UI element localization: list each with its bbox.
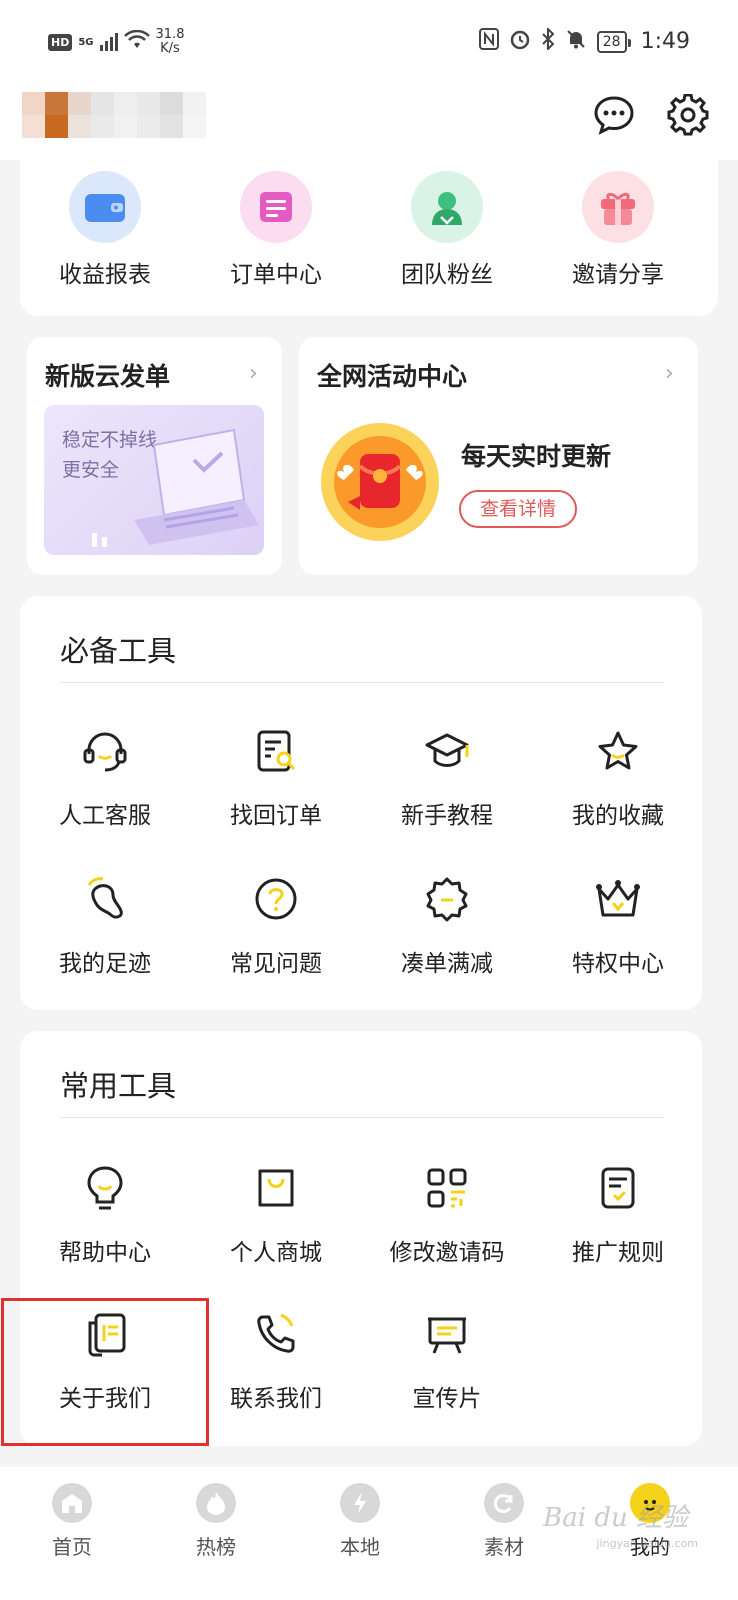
tool-promo-video[interactable]: 宣传片 xyxy=(362,1309,532,1413)
tool-find-order[interactable]: 找回订单 xyxy=(191,726,361,830)
question-icon xyxy=(251,874,301,924)
footprint-icon xyxy=(80,874,130,924)
tool-contact-us[interactable]: 联系我们 xyxy=(191,1309,361,1413)
bottom-navigation: 首页 热榜 本地 素材 我的 Bai du 经验 jingyan.baidu.c… xyxy=(0,1467,738,1600)
rules-doc-icon xyxy=(593,1163,643,1213)
nav-local[interactable]: 本地 xyxy=(310,1483,410,1560)
daily-update-text: 每天实时更新 xyxy=(461,442,612,471)
tool-customer-service[interactable]: 人工客服 xyxy=(20,726,190,830)
signal-icon xyxy=(99,33,118,51)
essential-tools-title: 必备工具 xyxy=(60,634,177,668)
activity-center-card[interactable]: 全网活动中心 › 每天实时更新 查看详情 xyxy=(299,337,698,575)
quick-action-invite[interactable]: 邀请分享 xyxy=(533,171,703,289)
nav-materials[interactable]: 素材 xyxy=(454,1483,554,1560)
chevron-right-icon: › xyxy=(665,361,674,386)
common-tools-title: 常用工具 xyxy=(60,1069,177,1103)
alarm-icon xyxy=(509,28,531,55)
bluetooth-icon xyxy=(541,26,555,55)
cloud-posting-card[interactable]: 新版云发单 › 稳定不掉线 更安全 xyxy=(27,337,282,575)
nav-hot-list[interactable]: 热榜 xyxy=(166,1483,266,1560)
find-order-icon xyxy=(251,726,301,776)
message-icon[interactable] xyxy=(592,93,636,137)
network-speed: 31.8 K/s xyxy=(155,27,185,56)
clock: 1:49 xyxy=(640,29,690,54)
highlight-annotation xyxy=(1,1298,209,1446)
tool-footprints[interactable]: 我的足迹 xyxy=(20,874,190,978)
cloud-posting-title: 新版云发单 xyxy=(45,362,171,391)
view-details-button[interactable]: 查看详情 xyxy=(459,490,577,528)
quick-action-earnings[interactable]: 收益报表 xyxy=(20,171,190,289)
avatar[interactable] xyxy=(22,92,206,138)
discount-icon xyxy=(422,874,472,924)
qr-code-icon xyxy=(422,1163,472,1213)
tool-privileges[interactable]: 特权中心 xyxy=(533,874,703,978)
tool-change-invite-code[interactable]: 修改邀请码 xyxy=(362,1163,532,1267)
red-envelope-icon xyxy=(321,423,439,541)
mute-bell-icon xyxy=(565,28,587,55)
tool-faq[interactable]: 常见问题 xyxy=(191,874,361,978)
lightbulb-icon xyxy=(80,1163,130,1213)
nav-home[interactable]: 首页 xyxy=(22,1483,122,1560)
shopping-bag-icon xyxy=(251,1163,301,1213)
tool-promo-rules[interactable]: 推广规则 xyxy=(533,1163,703,1267)
phone-icon xyxy=(251,1309,301,1359)
tool-tutorial[interactable]: 新手教程 xyxy=(362,726,532,830)
crown-icon xyxy=(593,874,643,924)
tool-help-center[interactable]: 帮助中心 xyxy=(20,1163,190,1267)
watermark-url: jingyan.baidu.com xyxy=(596,1537,698,1550)
battery-indicator: 28 xyxy=(596,30,631,53)
tool-discount[interactable]: 凑单满减 xyxy=(362,874,532,978)
tool-personal-mall[interactable]: 个人商城 xyxy=(191,1163,361,1267)
tool-favorites[interactable]: 我的收藏 xyxy=(533,726,703,830)
order-icon xyxy=(240,171,312,243)
quick-actions-card: 收益报表 订单中心 团队粉丝 邀请分享 xyxy=(20,156,718,316)
wifi-icon xyxy=(123,29,150,55)
hd-badge: HD xyxy=(48,33,73,51)
network-type: 5G xyxy=(78,36,94,48)
headset-icon xyxy=(80,726,130,776)
divider xyxy=(60,682,664,683)
team-icon xyxy=(411,171,483,243)
wallet-icon xyxy=(69,171,141,243)
activity-center-title: 全网活动中心 xyxy=(317,362,468,391)
watermark: Bai du 经验 xyxy=(543,1503,688,1533)
star-icon xyxy=(593,726,643,776)
quick-action-orders[interactable]: 订单中心 xyxy=(191,171,361,289)
graduation-cap-icon xyxy=(422,726,472,776)
lightning-icon xyxy=(340,1483,380,1523)
profile-header xyxy=(0,85,738,160)
quick-action-team[interactable]: 团队粉丝 xyxy=(362,171,532,289)
essential-tools-card: 必备工具 人工客服 找回订单 新手教程 我的收藏 我的足迹 常见问题 凑单满减 … xyxy=(20,596,702,1010)
chevron-right-icon: › xyxy=(249,361,258,386)
laptop-illustration: 稳定不掉线 更安全 xyxy=(44,405,264,555)
nfc-icon xyxy=(478,28,499,55)
easel-icon xyxy=(422,1309,472,1359)
home-icon xyxy=(52,1483,92,1523)
divider xyxy=(60,1117,664,1118)
flame-icon xyxy=(196,1483,236,1523)
status-bar: HD 5G 31.8 K/s 28 1:49 xyxy=(0,0,738,85)
refresh-icon xyxy=(484,1483,524,1523)
gear-icon[interactable] xyxy=(666,93,710,137)
gift-icon xyxy=(582,171,654,243)
